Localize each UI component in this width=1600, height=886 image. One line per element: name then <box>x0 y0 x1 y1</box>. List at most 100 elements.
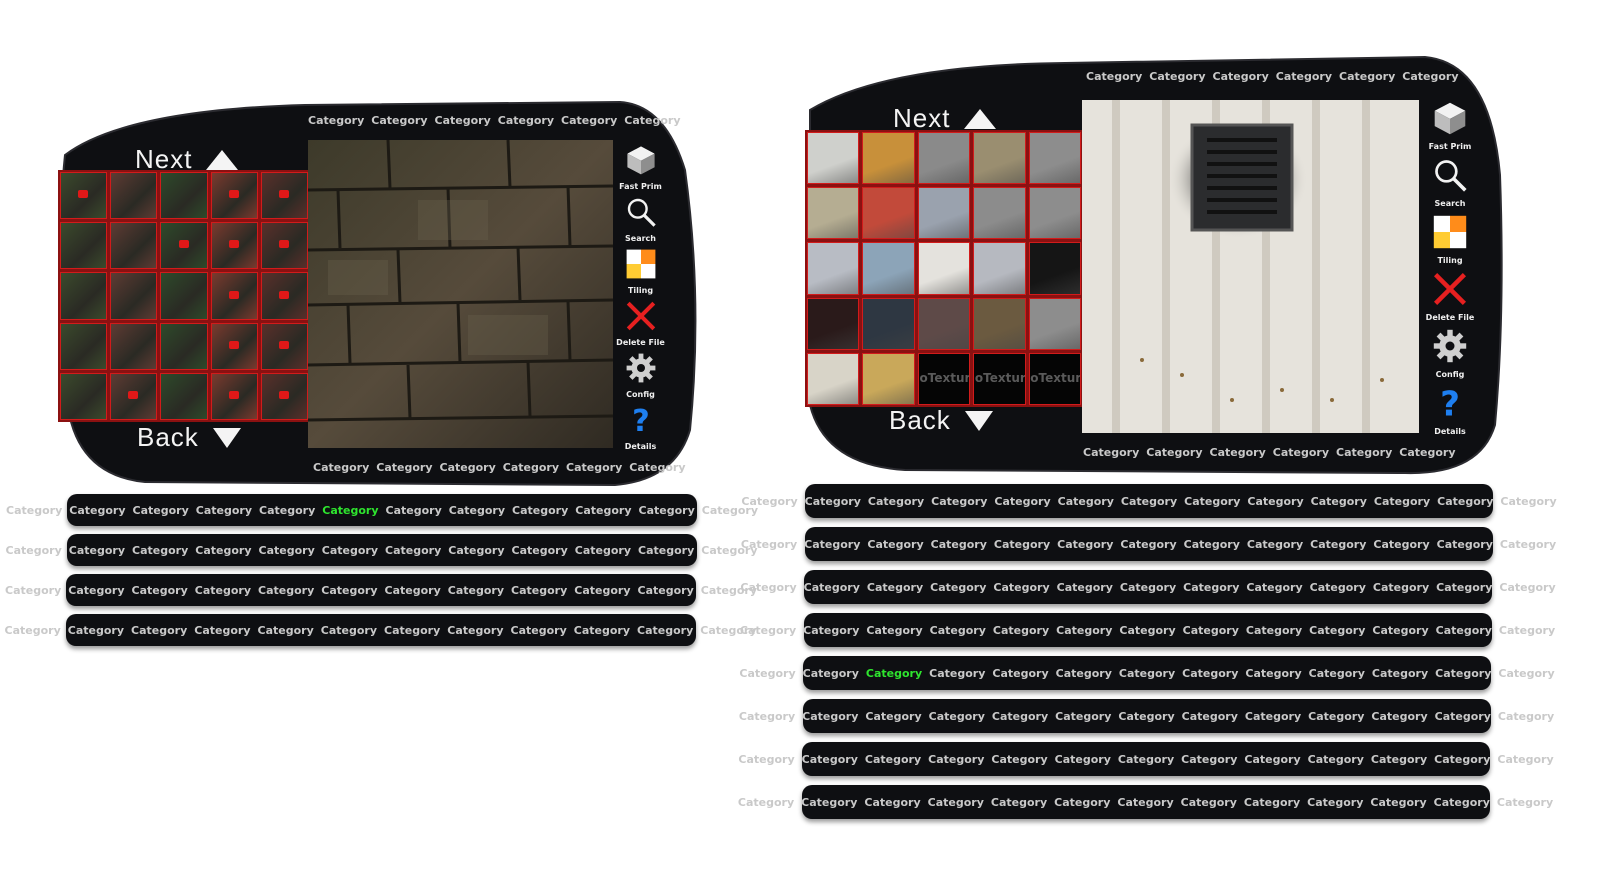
category-tab[interactable]: Category <box>740 581 796 594</box>
category-tab[interactable]: Category <box>1183 624 1239 637</box>
category-tab[interactable]: Category <box>1057 538 1113 551</box>
category-tab[interactable]: Category <box>1120 581 1176 594</box>
texture-thumbnail[interactable] <box>862 132 915 185</box>
category-tab[interactable]: Category <box>991 796 1047 809</box>
category-tab[interactable]: Category <box>321 624 377 637</box>
category-tab[interactable]: Category <box>1339 70 1395 83</box>
category-tab[interactable]: Category <box>6 544 62 557</box>
category-tab[interactable]: Category <box>1310 538 1366 551</box>
category-tab[interactable]: Category <box>5 624 61 637</box>
category-tab[interactable]: Category <box>1247 538 1303 551</box>
texture-thumbnail[interactable] <box>807 187 860 240</box>
category-tab[interactable]: Category <box>435 114 491 127</box>
texture-thumbnail[interactable] <box>110 222 158 270</box>
category-tab[interactable]: Category <box>498 114 554 127</box>
category-tab[interactable]: Category <box>992 710 1048 723</box>
category-tab[interactable]: Category <box>131 624 187 637</box>
empty-texture-slot[interactable]: NoTexture <box>973 352 1026 405</box>
category-tab[interactable]: Category <box>1436 624 1492 637</box>
category-tab[interactable]: Category <box>865 710 921 723</box>
category-tab[interactable]: Category <box>1371 710 1427 723</box>
category-tab[interactable]: Category <box>6 504 62 517</box>
category-tab[interactable]: Category <box>867 538 923 551</box>
category-tab[interactable]: Category <box>802 753 858 766</box>
category-tab[interactable]: Category <box>511 584 567 597</box>
left-back-button[interactable]: Back <box>137 422 241 453</box>
category-tab[interactable]: Category <box>624 114 680 127</box>
category-tab[interactable]: Category <box>739 710 795 723</box>
texture-thumbnail[interactable] <box>917 132 971 185</box>
category-tab[interactable]: Category <box>385 584 441 597</box>
category-tab[interactable]: Category <box>803 667 859 680</box>
category-tab[interactable]: Category <box>1310 581 1366 594</box>
texture-thumbnail[interactable] <box>210 172 258 220</box>
category-tab[interactable]: Category <box>258 624 314 637</box>
category-tab-selected[interactable]: Category <box>866 667 922 680</box>
category-tab[interactable]: Category <box>1120 538 1176 551</box>
tool-cube[interactable]: Fast Prim <box>1429 100 1471 151</box>
category-tab[interactable]: Category <box>561 114 617 127</box>
texture-thumbnail[interactable] <box>60 222 108 270</box>
texture-thumbnail[interactable] <box>1028 132 1081 185</box>
category-tab[interactable]: Category <box>1336 446 1392 459</box>
category-tab[interactable]: Category <box>194 624 250 637</box>
category-tab[interactable]: Category <box>449 504 505 517</box>
texture-thumbnail[interactable] <box>917 187 971 240</box>
category-tab[interactable]: Category <box>503 461 559 474</box>
category-tab[interactable]: Category <box>928 796 984 809</box>
category-tab[interactable]: Category <box>867 581 923 594</box>
category-tab[interactable]: Category <box>930 624 986 637</box>
texture-thumbnail[interactable] <box>862 187 915 240</box>
category-tab[interactable]: Category <box>196 504 252 517</box>
category-tab[interactable]: Category <box>574 584 630 597</box>
category-tab[interactable]: Category <box>1497 753 1553 766</box>
category-tab[interactable]: Category <box>1373 581 1429 594</box>
category-tab[interactable]: Category <box>1399 446 1455 459</box>
category-tab[interactable]: Category <box>1213 70 1269 83</box>
category-tab[interactable]: Category <box>132 584 188 597</box>
texture-thumbnail[interactable] <box>210 372 258 420</box>
category-tab[interactable]: Category <box>1436 581 1492 594</box>
category-tab[interactable]: Category <box>1182 667 1238 680</box>
category-tab[interactable]: Category <box>511 624 567 637</box>
category-tab[interactable]: Category <box>1372 624 1428 637</box>
category-tab[interactable]: Category <box>1273 446 1329 459</box>
category-tab[interactable]: Category <box>804 538 860 551</box>
category-tab[interactable]: Category <box>1054 796 1110 809</box>
category-tab[interactable]: Category <box>1307 796 1363 809</box>
texture-thumbnail[interactable] <box>1028 297 1081 350</box>
category-tab[interactable]: Category <box>1434 753 1490 766</box>
category-tab[interactable]: Category <box>740 624 796 637</box>
tool-help[interactable]: ? Details <box>1432 385 1468 436</box>
texture-thumbnail[interactable] <box>60 372 108 420</box>
texture-thumbnail[interactable] <box>210 222 258 270</box>
category-tab[interactable]: Category <box>637 624 693 637</box>
category-tab[interactable]: Category <box>1247 495 1303 508</box>
category-tab[interactable]: Category <box>447 624 503 637</box>
category-tab[interactable]: Category <box>803 624 859 637</box>
texture-thumbnail[interactable] <box>260 322 308 370</box>
category-tab[interactable]: Category <box>991 753 1047 766</box>
texture-thumbnail[interactable] <box>973 132 1026 185</box>
category-tab[interactable]: Category <box>1500 495 1556 508</box>
category-tab[interactable]: Category <box>802 710 858 723</box>
category-tab[interactable]: Category <box>993 581 1049 594</box>
texture-thumbnail[interactable] <box>260 272 308 320</box>
texture-thumbnail[interactable] <box>60 322 108 370</box>
category-tab[interactable]: Category <box>1055 753 1111 766</box>
category-tab[interactable]: Category <box>1309 667 1365 680</box>
texture-thumbnail[interactable] <box>160 372 208 420</box>
category-tab[interactable]: Category <box>804 581 860 594</box>
category-tab[interactable]: Category <box>566 461 622 474</box>
tool-help[interactable]: ? Details <box>625 404 657 451</box>
category-tab[interactable]: Category <box>512 544 568 557</box>
category-tab[interactable]: Category <box>321 584 377 597</box>
texture-thumbnail[interactable] <box>917 242 971 295</box>
texture-thumbnail[interactable] <box>1028 242 1081 295</box>
category-tab[interactable]: Category <box>1276 70 1332 83</box>
category-tab[interactable]: Category <box>992 667 1048 680</box>
category-tab[interactable]: Category <box>805 495 861 508</box>
category-tab[interactable]: Category <box>386 504 442 517</box>
texture-thumbnail[interactable] <box>862 297 915 350</box>
category-tab[interactable]: Category <box>575 504 631 517</box>
